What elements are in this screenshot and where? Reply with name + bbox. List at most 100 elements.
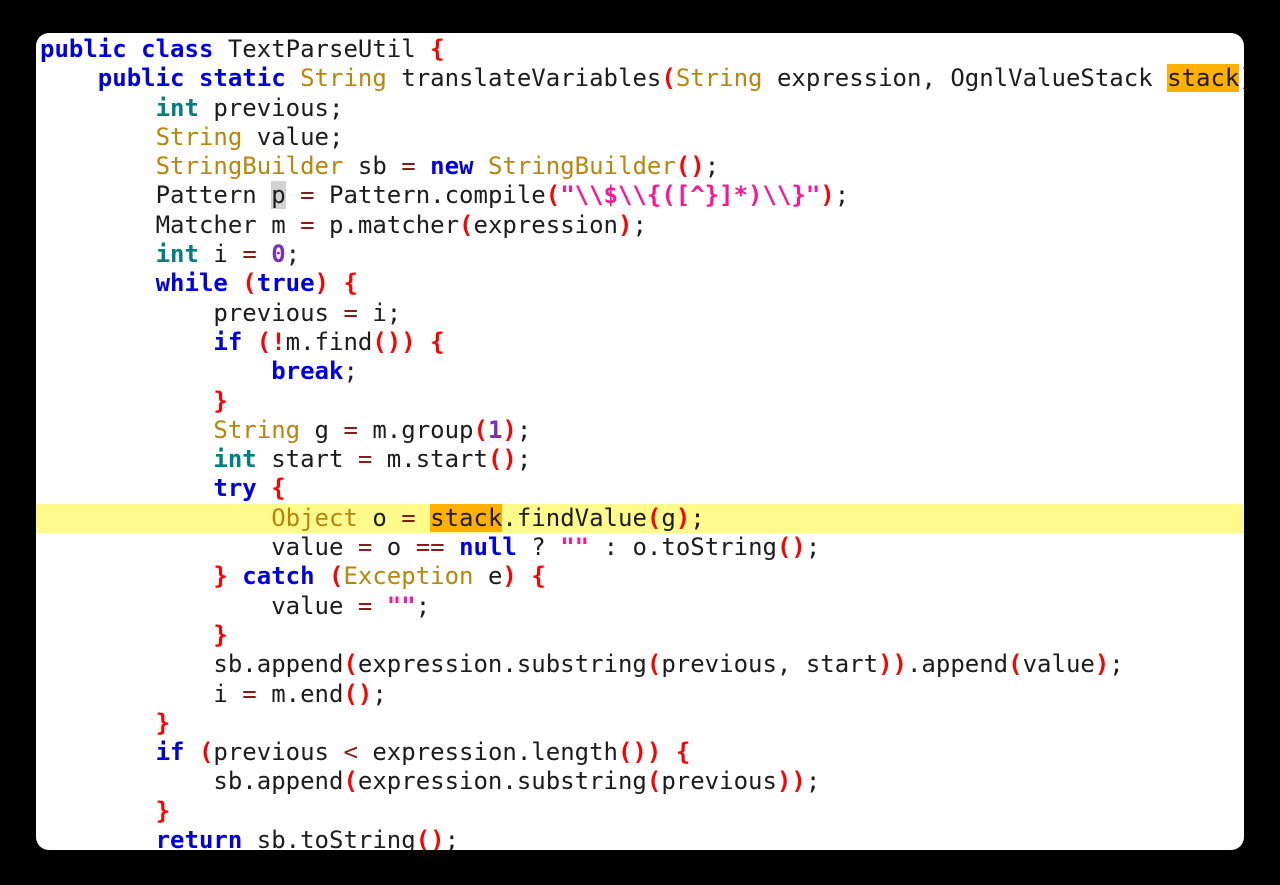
token-punct: ) — [502, 562, 517, 591]
code-line[interactable]: return sb.toString(); — [36, 826, 1244, 850]
token-plain: e — [473, 562, 503, 591]
code-line[interactable]: } — [36, 709, 1244, 738]
token-operator: = — [300, 210, 315, 239]
token-punct: ) — [618, 210, 633, 239]
code-line[interactable]: public class TextParseUtil { — [36, 35, 1244, 64]
text-caret-block: p — [271, 181, 286, 210]
token-punct: () — [675, 152, 705, 181]
code-line[interactable]: String g = m.group(1); — [36, 416, 1244, 445]
token-plain: expression.substring — [357, 767, 647, 796]
token-punct: } — [155, 796, 171, 825]
token-plain: Pattern — [40, 181, 272, 210]
code-line[interactable]: i = m.end(); — [36, 680, 1244, 709]
token-plain: ; — [415, 591, 431, 620]
code-line[interactable]: Matcher m = p.matcher(expression); — [36, 211, 1244, 240]
code-line-text: sb.append(expression.substring(previous)… — [36, 767, 1244, 796]
token-keyword: while — [155, 269, 228, 298]
code-line-text: } catch (Exception e) { — [36, 562, 1244, 591]
token-keyword: break — [271, 357, 344, 386]
code-line[interactable]: int i = 0; — [36, 240, 1244, 269]
code-line[interactable]: break; — [36, 357, 1244, 386]
code-line-text: return sb.toString(); — [36, 826, 1244, 850]
code-line[interactable]: String value; — [36, 123, 1244, 152]
token-plain: previous — [40, 298, 344, 327]
token-string: "\\$\\{([^}]*)\\}" — [560, 181, 821, 210]
token-plain: sb.append — [40, 767, 344, 796]
token-operator: < — [343, 738, 358, 767]
code-line[interactable]: } catch (Exception e) { — [36, 562, 1244, 591]
occurrence-highlight-token: stack — [1167, 64, 1240, 93]
code-line-text: while (true) { — [36, 269, 1244, 298]
token-keyword: catch — [242, 562, 315, 591]
code-line[interactable]: value = o == null ? "" : o.toString(); — [36, 533, 1244, 562]
code-line-text: Pattern p = Pattern.compile("\\$\\{([^}]… — [36, 181, 1244, 210]
token-type: Exception — [343, 562, 474, 591]
token-punct: { — [430, 35, 445, 63]
token-keyword: return — [155, 826, 243, 850]
code-line[interactable]: try { — [36, 474, 1244, 503]
token-plain: sb — [343, 152, 402, 181]
token-punct: ) — [878, 650, 893, 679]
code-line[interactable]: sb.append(expression.substring(previous,… — [36, 650, 1244, 679]
token-punct: { — [675, 738, 691, 767]
token-punct: ) — [502, 415, 517, 444]
token-punct: ( — [242, 269, 257, 298]
code-line[interactable]: Pattern p = Pattern.compile("\\$\\{([^}]… — [36, 181, 1244, 210]
code-line[interactable]: } — [36, 797, 1244, 826]
token-plain: expression — [473, 210, 619, 239]
code-line[interactable]: previous = i; — [36, 299, 1244, 328]
token-punct: { — [430, 327, 445, 356]
token-plain: ; — [704, 152, 720, 181]
code-line-text: public static String translateVariables(… — [36, 64, 1244, 93]
code-line[interactable]: value = ""; — [36, 592, 1244, 621]
token-operator: = — [357, 445, 373, 474]
code-lines-container[interactable]: public class TextParseUtil { public stat… — [36, 33, 1244, 850]
token-primitive: int — [155, 240, 199, 269]
code-line[interactable]: while (true) { — [36, 269, 1244, 298]
code-line[interactable]: int start = m.start(); — [36, 445, 1244, 474]
code-line-text: public class TextParseUtil { — [36, 35, 1244, 64]
token-operator: = — [300, 181, 315, 210]
code-editor-card[interactable]: public class TextParseUtil { public stat… — [36, 33, 1244, 850]
token-type: String — [675, 64, 763, 93]
token-plain: previous — [213, 738, 344, 767]
code-line[interactable]: } — [36, 387, 1244, 416]
token-punct: ) — [314, 269, 329, 298]
code-line[interactable]: int previous; — [36, 94, 1244, 123]
code-line-text: value = ""; — [36, 592, 1244, 621]
token-punct: ( — [545, 181, 561, 210]
token-punct: ) — [892, 650, 907, 679]
code-line[interactable]: if (previous < expression.length()) { — [36, 738, 1244, 767]
token-plain: previous, start — [661, 650, 879, 679]
token-punct: ( — [1008, 650, 1023, 679]
code-line-current[interactable]: Object o = stack.findValue(g); — [36, 503, 1244, 534]
code-line[interactable]: if (!m.find()) { — [36, 328, 1244, 357]
token-plain: i — [40, 679, 243, 708]
token-type: StringBuilder — [487, 152, 676, 181]
token-plain: ; — [285, 240, 301, 269]
token-plain: ; — [805, 767, 821, 796]
code-line[interactable]: public static String translateVariables(… — [36, 64, 1244, 93]
code-line[interactable]: sb.append(expression.substring(previous)… — [36, 767, 1244, 796]
code-line[interactable]: } — [36, 621, 1244, 650]
token-punct: ) — [776, 767, 792, 796]
token-punct: { — [271, 474, 286, 503]
code-line[interactable]: StringBuilder sb = new StringBuilder(); — [36, 152, 1244, 181]
